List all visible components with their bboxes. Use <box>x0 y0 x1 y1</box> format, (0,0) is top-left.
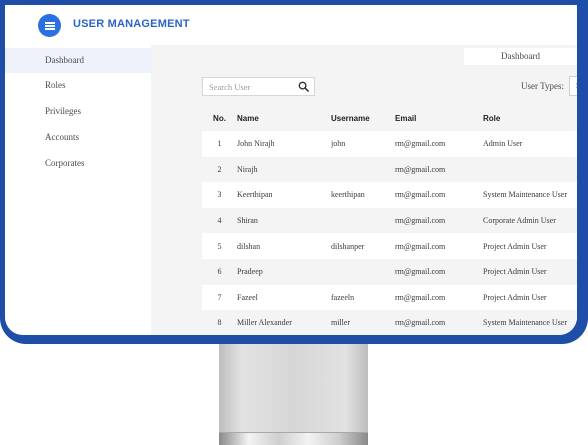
column-header-name[interactable]: Name <box>237 105 331 131</box>
monitor-stand <box>219 344 368 436</box>
sidebar-item-corporates[interactable]: Corporates <box>5 151 151 176</box>
breadcrumb[interactable]: Dashboard <box>464 48 577 65</box>
cell-role <box>483 156 577 183</box>
table-row[interactable]: 6 Pradeep rm@gmail.com Project Admin Use… <box>202 258 577 285</box>
cell-email: rm@gmail.com <box>395 131 483 157</box>
column-header-username[interactable]: Username <box>331 105 395 131</box>
sidebar-item-roles[interactable]: Roles <box>5 73 151 98</box>
column-header-role[interactable]: Role <box>483 105 577 131</box>
sidebar-item-accounts[interactable]: Accounts <box>5 125 151 150</box>
table-row[interactable]: 8 Miller Alexander miller rm@gmail.com S… <box>202 310 577 335</box>
cell-username <box>331 156 395 183</box>
users-table: No. Name Username Email Role 1 John Nira… <box>202 105 577 335</box>
sidebar: Dashboard Roles Privileges Accounts Corp… <box>5 45 151 335</box>
cell-email: rm@gmail.com <box>395 258 483 285</box>
cell-username: fazeeln <box>331 284 395 311</box>
cell-email: rm@gmail.com <box>395 156 483 183</box>
table-row[interactable]: 1 John Nirajh john rm@gmail.com Admin Us… <box>202 131 577 157</box>
search-input[interactable] <box>209 80 295 93</box>
cell-email: rm@gmail.com <box>395 284 483 311</box>
cell-no: 6 <box>202 258 237 285</box>
cell-no: 1 <box>202 131 237 157</box>
monitor-stand-base <box>219 432 368 445</box>
cell-username: dilshanper <box>331 233 395 259</box>
cell-name: Miller Alexander <box>237 310 331 335</box>
cell-email: rm@gmail.com <box>395 233 483 259</box>
column-header-no[interactable]: No. <box>202 105 237 131</box>
user-types-label: User Types: <box>521 81 564 91</box>
cell-username <box>331 258 395 285</box>
cell-name: Pradeep <box>237 258 331 285</box>
cell-no: 5 <box>202 233 237 259</box>
cell-role: Project Admin User <box>483 233 577 259</box>
table-row[interactable]: 7 Fazeel fazeeln rm@gmail.com Project Ad… <box>202 284 577 311</box>
cell-name: Fazeel <box>237 284 331 311</box>
cell-role: System Maintenance User <box>483 310 577 335</box>
table-row[interactable]: 5 dilshan dilshanper rm@gmail.com Projec… <box>202 233 577 259</box>
top-bar: USER MANAGEMENT <box>5 5 577 45</box>
cell-name: Keerthipan <box>237 182 331 208</box>
cell-name: Nirajh <box>237 156 331 183</box>
app-title: USER MANAGEMENT <box>73 18 190 30</box>
cell-no: 8 <box>202 310 237 335</box>
table-header-row: No. Name Username Email Role <box>202 105 577 131</box>
cell-username: keerthipan <box>331 182 395 208</box>
hamburger-menu-icon[interactable] <box>38 14 61 37</box>
sidebar-item-privileges[interactable]: Privileges <box>5 99 151 124</box>
table-row[interactable]: 4 Shiran rm@gmail.com Corporate Admin Us… <box>202 207 577 234</box>
user-types-select[interactable]: Se <box>569 76 577 96</box>
cell-name: dilshan <box>237 233 331 259</box>
cell-email: rm@gmail.com <box>395 207 483 234</box>
cell-no: 7 <box>202 284 237 311</box>
column-header-email[interactable]: Email <box>395 105 483 131</box>
main-content: Dashboard User Types: Se No. Name Userna… <box>151 45 577 335</box>
cell-no: 3 <box>202 182 237 208</box>
search-icon[interactable] <box>298 81 309 92</box>
cell-role: Admin User <box>483 131 577 157</box>
cell-username: miller <box>331 310 395 335</box>
table-row[interactable]: 2 Nirajh rm@gmail.com <box>202 156 577 183</box>
cell-email: rm@gmail.com <box>395 310 483 335</box>
search-box <box>202 77 315 96</box>
cell-role: Project Admin User <box>483 258 577 285</box>
sidebar-item-dashboard[interactable]: Dashboard <box>5 48 151 73</box>
cell-no: 4 <box>202 207 237 234</box>
cell-email: rm@gmail.com <box>395 182 483 208</box>
cell-username: john <box>331 131 395 157</box>
cell-username <box>331 207 395 234</box>
cell-name: Shiran <box>237 207 331 234</box>
cell-role: Project Admin User <box>483 284 577 311</box>
cell-role: Corporate Admin User <box>483 207 577 234</box>
cell-role: System Maintenance User <box>483 182 577 208</box>
cell-name: John Nirajh <box>237 131 331 157</box>
app-screen: USER MANAGEMENT Dashboard Roles Privileg… <box>5 5 577 335</box>
table-row[interactable]: 3 Keerthipan keerthipan rm@gmail.com Sys… <box>202 182 577 208</box>
cell-no: 2 <box>202 156 237 183</box>
